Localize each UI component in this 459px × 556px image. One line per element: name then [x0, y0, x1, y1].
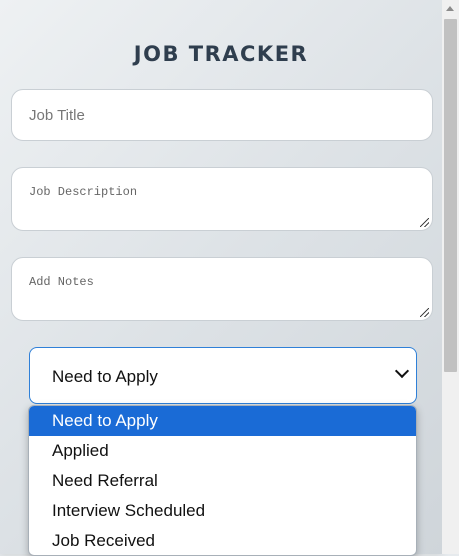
- job-title-placeholder: Job Title: [29, 107, 85, 124]
- resize-grip-icon[interactable]: [420, 218, 429, 227]
- resize-grip-icon[interactable]: [420, 308, 429, 317]
- job-description-textarea[interactable]: Job Description: [11, 167, 433, 231]
- chevron-up-icon[interactable]: [446, 6, 454, 11]
- status-dropdown-list: Need to Apply Applied Need Referral Inte…: [28, 405, 417, 556]
- job-tracker-panel: JOB TRACKER Job Title Job Description Ad…: [0, 0, 442, 556]
- page-title: JOB TRACKER: [133, 42, 309, 66]
- status-option-need-referral[interactable]: Need Referral: [29, 466, 416, 496]
- status-option-need-to-apply[interactable]: Need to Apply: [29, 406, 416, 436]
- status-option-interview-scheduled[interactable]: Interview Scheduled: [29, 496, 416, 526]
- status-select-value: Need to Apply: [52, 367, 158, 386]
- notes-textarea[interactable]: Add Notes: [11, 257, 433, 321]
- scrollbar-thumb[interactable]: [444, 19, 457, 372]
- status-option-applied[interactable]: Applied: [29, 436, 416, 466]
- job-description-placeholder: Job Description: [29, 185, 138, 199]
- notes-placeholder: Add Notes: [29, 275, 94, 289]
- status-select[interactable]: Need to Apply: [29, 347, 417, 404]
- chevron-down-icon: [394, 363, 410, 379]
- vertical-scrollbar[interactable]: [442, 0, 459, 554]
- status-option-job-received[interactable]: Job Received: [29, 526, 416, 555]
- job-title-input[interactable]: Job Title: [11, 89, 433, 141]
